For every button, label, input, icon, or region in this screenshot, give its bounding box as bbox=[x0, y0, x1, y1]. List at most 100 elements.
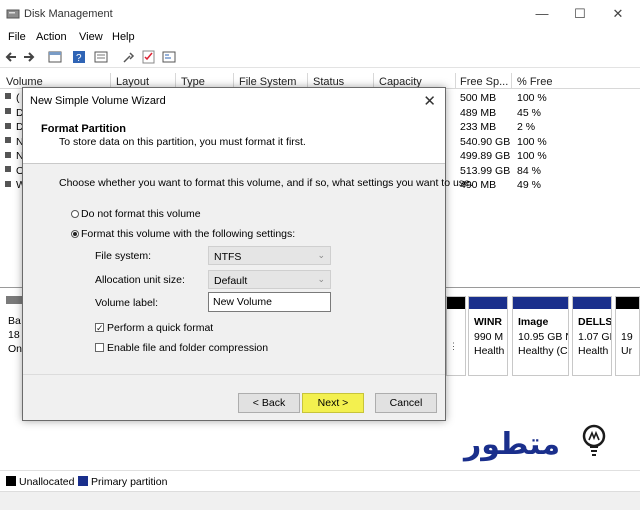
partition-block[interactable]: ⋮ bbox=[446, 296, 466, 376]
unallocated-bar bbox=[616, 297, 639, 309]
percent-free-value: 100 % bbox=[517, 92, 547, 104]
volume-label-field[interactable]: New Volume bbox=[208, 292, 331, 312]
menu-view[interactable]: View bbox=[79, 31, 103, 43]
next-button[interactable]: Next > bbox=[302, 393, 364, 413]
partition-size: 10.95 GB N bbox=[518, 331, 568, 343]
partition-block[interactable]: 19 Ur bbox=[615, 296, 640, 376]
status-bar bbox=[0, 491, 640, 510]
window-title: Disk Management bbox=[24, 8, 113, 20]
free-space-value: 540.90 GB bbox=[460, 136, 511, 148]
disk-status: On bbox=[8, 343, 23, 355]
free-space-value: 233 MB bbox=[460, 121, 497, 133]
matawer-logo: متطور bbox=[462, 424, 606, 462]
partition-name: DELLS bbox=[578, 316, 611, 328]
column-divider bbox=[511, 73, 512, 89]
allocation-size-select[interactable]: Default ⌄ bbox=[208, 270, 331, 289]
disk-icon bbox=[6, 296, 22, 304]
volume-icon bbox=[5, 137, 11, 143]
percent-free-value: 100 % bbox=[517, 150, 547, 162]
primary-partition-bar bbox=[573, 297, 611, 309]
column-divider bbox=[455, 73, 456, 89]
checklist-icon[interactable] bbox=[142, 50, 156, 64]
partition-size: 990 M bbox=[474, 331, 504, 343]
wizard-header: Format Partition To store data on this p… bbox=[23, 114, 445, 164]
disk-name: Ba bbox=[8, 315, 21, 327]
partition-name: WINR bbox=[474, 316, 502, 328]
file-system-select[interactable]: NTFS ⌄ bbox=[208, 246, 331, 265]
dialog-close-button[interactable]: ✕ bbox=[423, 92, 436, 110]
menu-help[interactable]: Help bbox=[112, 31, 135, 43]
partition-size: 1.07 GI bbox=[578, 331, 611, 343]
back-button[interactable]: < Back bbox=[238, 393, 300, 413]
radio-format[interactable] bbox=[71, 230, 79, 238]
allocation-size-value: Default bbox=[214, 275, 248, 287]
disk-size: 18 bbox=[8, 329, 20, 341]
back-arrow-icon[interactable] bbox=[4, 50, 18, 64]
file-system-value: NTFS bbox=[214, 251, 242, 263]
volume-icon bbox=[5, 166, 11, 172]
svg-text:?: ? bbox=[76, 53, 82, 64]
free-space-value: 489 MB bbox=[460, 107, 497, 119]
minimize-button[interactable]: — bbox=[532, 6, 552, 21]
partition-status: Health bbox=[578, 345, 609, 357]
partition-hatch: ⋮ bbox=[449, 341, 458, 351]
compression-checkbox[interactable] bbox=[95, 343, 104, 352]
console-tree-icon[interactable] bbox=[48, 50, 62, 64]
wizard-step-title: Format Partition bbox=[41, 123, 126, 135]
percent-free-value: 2 % bbox=[517, 121, 536, 133]
free-space-value: 499.89 GB bbox=[460, 150, 511, 162]
forward-arrow-icon[interactable] bbox=[22, 50, 36, 64]
percent-free-value: 84 % bbox=[517, 165, 541, 177]
label-no-format[interactable]: Do not format this volume bbox=[81, 208, 201, 220]
chevron-down-icon: ⌄ bbox=[317, 274, 325, 284]
partition-name: Image bbox=[518, 316, 549, 328]
percent-free-value: 100 % bbox=[517, 136, 547, 148]
volume-icon bbox=[5, 108, 11, 114]
disk-management-icon bbox=[6, 9, 20, 19]
chevron-down-icon: ⌄ bbox=[317, 250, 325, 260]
quick-format-label[interactable]: Perform a quick format bbox=[107, 322, 213, 334]
partition-status: Health bbox=[474, 345, 505, 357]
unallocated-swatch bbox=[6, 476, 16, 486]
file-system-label: File system: bbox=[95, 250, 152, 262]
menu-file[interactable]: File bbox=[8, 31, 26, 43]
maximize-button[interactable]: ☐ bbox=[570, 6, 590, 22]
compression-label[interactable]: Enable file and folder compression bbox=[107, 342, 268, 354]
radio-no-format[interactable] bbox=[71, 210, 79, 218]
column-percent-free[interactable]: % Free bbox=[517, 76, 552, 88]
volume-label-label: Volume label: bbox=[95, 297, 159, 309]
menu-action[interactable]: Action bbox=[36, 31, 67, 43]
volume-icon bbox=[5, 93, 11, 99]
partition-block[interactable]: Image 10.95 GB N Healthy (C bbox=[512, 296, 569, 376]
volume-icon bbox=[5, 123, 11, 129]
partition-status: Ur bbox=[621, 345, 633, 357]
help-icon[interactable]: ? bbox=[72, 50, 86, 64]
legend-primary: Primary partition bbox=[91, 476, 168, 488]
format-question: Choose whether you want to format this v… bbox=[59, 177, 473, 189]
volume-icon bbox=[5, 181, 11, 187]
partition-block[interactable]: DELLS 1.07 GI Health bbox=[572, 296, 612, 376]
unallocated-bar bbox=[447, 297, 465, 309]
primary-swatch bbox=[78, 476, 88, 486]
properties-icon[interactable] bbox=[94, 50, 108, 64]
settings-panel-icon[interactable] bbox=[162, 50, 176, 64]
logo-text: متطور bbox=[462, 427, 560, 462]
volume-label-value: New Volume bbox=[213, 296, 272, 308]
volume-icon bbox=[5, 152, 11, 158]
volume-name: ( bbox=[16, 92, 20, 104]
label-format[interactable]: Format this volume with the following se… bbox=[81, 228, 295, 240]
close-button[interactable]: ✕ bbox=[608, 6, 628, 22]
partition-block[interactable]: WINR 990 M Health bbox=[468, 296, 508, 376]
primary-partition-bar bbox=[513, 297, 568, 309]
connect-icon[interactable] bbox=[122, 50, 136, 64]
dialog-title: New Simple Volume Wizard bbox=[30, 95, 166, 107]
wizard-step-subtitle: To store data on this partition, you mus… bbox=[59, 136, 306, 148]
legend: Unallocated Primary partition bbox=[0, 470, 640, 490]
quick-format-checkbox[interactable]: ✓ bbox=[95, 323, 104, 333]
menu-bar: File Action View Help bbox=[0, 28, 640, 46]
percent-free-value: 49 % bbox=[517, 179, 541, 191]
primary-partition-bar bbox=[469, 297, 507, 309]
column-free-space[interactable]: Free Sp... bbox=[460, 76, 508, 88]
cancel-button[interactable]: Cancel bbox=[375, 393, 437, 413]
toolbar: ? bbox=[0, 46, 640, 68]
